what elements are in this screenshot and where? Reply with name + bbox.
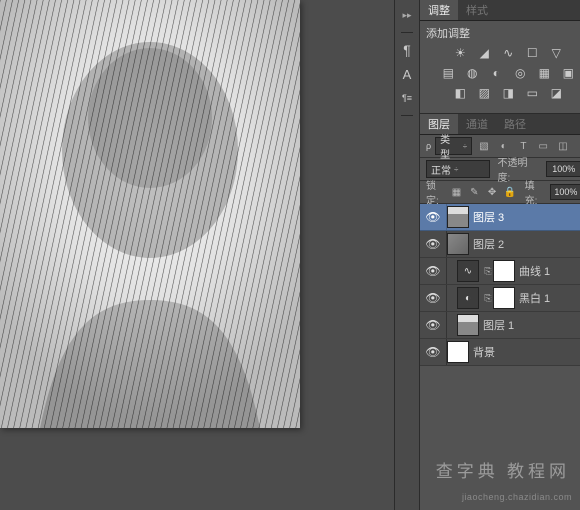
filter-shape-icon[interactable]: ▭ (535, 139, 551, 153)
tab-styles[interactable]: 样式 (458, 0, 496, 20)
layer-row[interactable]: 👁 图层 1 (420, 312, 580, 339)
panel-menu-icon[interactable]: ▾≡ (577, 3, 580, 17)
paragraph-styles-icon[interactable]: ¶≡ (398, 89, 416, 107)
adjustments-title: 添加调整 (426, 25, 580, 41)
photo-filter-icon[interactable]: ◎ (511, 65, 529, 81)
layer-row[interactable]: 👁 ◐ ⎘ 黑白 1 (420, 285, 580, 312)
opacity-input[interactable]: 100% (546, 161, 580, 177)
paragraph-icon[interactable]: ¶ (398, 41, 416, 59)
kind-filter-combo[interactable]: 类型 ÷ (435, 137, 472, 155)
layer-list: 👁 图层 3 👁 图层 2 👁 ∿ ⎘ 曲线 1 👁 ◐ ⎘ 黑白 1 👁 图层 1 👁 背景 (420, 204, 580, 510)
layer-name[interactable]: 黑白 1 (519, 290, 550, 306)
chevron-down-icon: ÷ (454, 165, 458, 174)
filter-toggle-switch[interactable]: ▯ (575, 139, 580, 153)
lock-label: 锁定: (426, 177, 446, 207)
adjustments-tabs: 调整 样式 ▾≡ (420, 0, 580, 21)
vibrance-icon[interactable]: ▽ (547, 45, 565, 61)
panel-menu-icon[interactable]: ▾≡ (577, 117, 580, 131)
blend-mode-value: 正常 (431, 162, 451, 177)
visibility-toggle-icon[interactable]: 👁 (420, 339, 447, 365)
collapse-panels-icon[interactable]: ▸▸ (398, 6, 416, 24)
layer-thumb (457, 314, 479, 336)
kind-filter-label: 类型 (440, 131, 460, 161)
invert-icon[interactable]: ◧ (451, 85, 469, 101)
adjustments-panel: 添加调整 ☀ ◢ ∿ ☐ ▽ ▤ ◍ ◐ ◎ ▦ ▣ ◧ ▨ ◨ ▭ ◪ (420, 21, 580, 114)
layers-lock-row: 锁定: ▦ ✎ ✥ 🔒 填充: 100% ▾ (420, 181, 580, 204)
character-icon[interactable]: A (398, 65, 416, 83)
layer-mask-thumb (493, 287, 515, 309)
brightness-contrast-icon[interactable]: ☀ (451, 45, 469, 61)
mask-link-icon[interactable]: ⎘ (483, 293, 493, 304)
layer-mask-thumb (493, 260, 515, 282)
adjustment-thumb: ◐ (457, 287, 479, 309)
layer-name[interactable]: 图层 1 (483, 317, 514, 333)
right-panels: 调整 样式 ▾≡ 添加调整 ☀ ◢ ∿ ☐ ▽ ▤ ◍ ◐ ◎ ▦ ▣ ◧ (420, 0, 580, 510)
divider (401, 32, 413, 33)
visibility-toggle-icon[interactable]: 👁 (420, 204, 447, 230)
fill-label: 填充: (525, 177, 545, 207)
levels-icon[interactable]: ◢ (475, 45, 493, 61)
hue-sat-icon[interactable]: ▤ (439, 65, 457, 81)
color-balance-icon[interactable]: ◍ (463, 65, 481, 81)
canvas-area[interactable] (0, 0, 394, 510)
layer-row[interactable]: 👁 背景 (420, 339, 580, 366)
document[interactable] (0, 0, 300, 428)
filter-pixel-icon[interactable]: ▧ (476, 139, 492, 153)
divider (401, 115, 413, 116)
selective-color-icon[interactable]: ◪ (547, 85, 565, 101)
layer-row[interactable]: 👁 图层 2 (420, 231, 580, 258)
layer-thumb (447, 233, 469, 255)
lock-transparency-icon[interactable]: ▦ (450, 185, 464, 199)
layer-name[interactable]: 图层 2 (473, 236, 504, 252)
layer-thumb (447, 341, 469, 363)
filter-adjust-icon[interactable]: ◐ (496, 139, 512, 153)
adjustment-thumb: ∿ (457, 260, 479, 282)
posterize-icon[interactable]: ▨ (475, 85, 493, 101)
lock-position-icon[interactable]: ✥ (485, 185, 499, 199)
tab-paths[interactable]: 路径 (496, 114, 534, 134)
channel-mixer-icon[interactable]: ▦ (535, 65, 553, 81)
visibility-toggle-icon[interactable]: 👁 (420, 231, 447, 257)
exposure-icon[interactable]: ☐ (523, 45, 541, 61)
filter-smart-icon[interactable]: ◫ (555, 139, 571, 153)
options-rail: ▸▸ ¶ A ¶≡ (394, 0, 420, 510)
visibility-toggle-icon[interactable]: 👁 (420, 258, 447, 284)
curves-icon[interactable]: ∿ (499, 45, 517, 61)
lock-all-icon[interactable]: 🔒 (503, 185, 517, 199)
tab-channels[interactable]: 通道 (458, 114, 496, 134)
tab-adjustments[interactable]: 调整 (420, 0, 458, 20)
layer-row[interactable]: 👁 ∿ ⎘ 曲线 1 (420, 258, 580, 285)
filter-type-icon[interactable]: T (516, 139, 532, 153)
document-image (0, 0, 300, 428)
layer-name[interactable]: 曲线 1 (519, 263, 550, 279)
chevron-down-icon: ÷ (463, 142, 467, 151)
blend-mode-combo[interactable]: 正常 ÷ (426, 160, 490, 178)
layer-name[interactable]: 图层 3 (473, 209, 504, 225)
layers-panel: 图层 通道 路径 ▾≡ ρ 类型 ÷ ▧ ◐ T ▭ ◫ ▯ 正常 (420, 114, 580, 510)
threshold-icon[interactable]: ◨ (499, 85, 517, 101)
color-lookup-icon[interactable]: ▣ (559, 65, 577, 81)
black-white-icon[interactable]: ◐ (487, 65, 505, 81)
mask-link-icon[interactable]: ⎘ (483, 266, 493, 277)
visibility-toggle-icon[interactable]: 👁 (420, 312, 447, 338)
layer-row[interactable]: 👁 图层 3 (420, 204, 580, 231)
visibility-toggle-icon[interactable]: 👁 (420, 285, 447, 311)
lock-pixels-icon[interactable]: ✎ (467, 185, 481, 199)
layer-name[interactable]: 背景 (473, 344, 495, 360)
layer-thumb (447, 206, 469, 228)
gradient-map-icon[interactable]: ▭ (523, 85, 541, 101)
fill-input[interactable]: 100% (550, 184, 580, 200)
